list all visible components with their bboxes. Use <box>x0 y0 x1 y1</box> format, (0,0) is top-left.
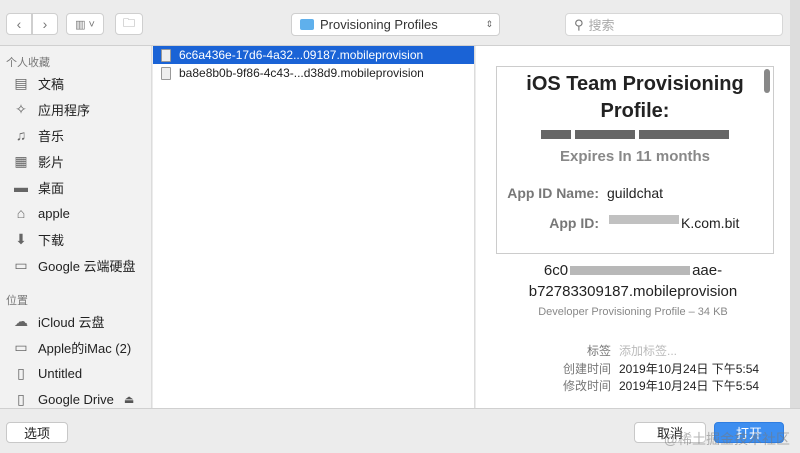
new-folder-icon: 🗀 <box>122 15 135 30</box>
sidebar-item-untitled[interactable]: ▯ Untitled <box>0 360 151 386</box>
apps-icon: ✧ <box>15 100 27 117</box>
tags-label: 标签 <box>586 344 611 358</box>
film-icon: ▦ <box>14 152 28 169</box>
sidebar-item-label: Google Drive <box>38 391 114 407</box>
sidebar-item-home[interactable]: ⌂ apple <box>0 200 151 226</box>
forward-button[interactable]: › <box>32 13 58 35</box>
watermark: @稀土掘金技术社区 <box>663 431 790 447</box>
bottom-bar: 选项 取消 打开 @稀土掘金技术社区 <box>0 408 800 453</box>
sidebar-item-label: 音乐 <box>38 128 65 144</box>
sidebar-item-music[interactable]: ♫ 音乐 <box>0 122 151 148</box>
file-icon <box>161 48 171 62</box>
sidebar-item-label: 影片 <box>38 154 65 170</box>
file-name: 6c6a436e-17d6-4a32...09187.mobileprovisi… <box>179 48 424 62</box>
disk-icon: ▯ <box>17 364 25 381</box>
quicklook-card[interactable]: iOS Team Provisioning Profile: Expires I… <box>496 66 774 254</box>
scrollbar[interactable] <box>764 69 770 93</box>
imac-icon: ▭ <box>14 338 28 355</box>
sidebar-item-icloud[interactable]: ☁ iCloud 云盘 <box>0 308 151 334</box>
file-name: ba8e8b0b-9f86-4c43-...d38d9.mobileprovis… <box>179 66 424 80</box>
music-icon: ♫ <box>15 127 27 143</box>
sidebar-item-label: 应用程序 <box>38 102 91 118</box>
kind-size: Developer Provisioning Profile – 34 KB <box>538 306 728 318</box>
created-label: 创建时间 <box>562 362 611 376</box>
folder-icon: ▭ <box>14 256 28 273</box>
sidebar-item-label: iCloud 云盘 <box>38 314 105 330</box>
back-button[interactable]: ‹ <box>6 13 32 35</box>
chevron-left-icon: ‹ <box>16 16 22 32</box>
options-button[interactable]: 选项 <box>6 422 68 443</box>
search-icon: ⚲ <box>574 16 584 32</box>
sidebar-item-label: apple <box>38 205 70 221</box>
file-name-line1: 6c0 aae- <box>543 262 723 279</box>
eject-icon[interactable]: ⏏ <box>124 393 134 406</box>
chevron-right-icon: › <box>42 16 48 32</box>
app-id-name: guildchat <box>607 185 664 201</box>
chevron-updown-icon: ⇕ <box>485 19 493 29</box>
new-folder-button[interactable]: 🗀 <box>115 13 143 35</box>
created-value: 2019年10月24日 下午5:54 <box>619 362 760 376</box>
desktop-icon: ▬ <box>14 179 28 195</box>
sidebar-item-movies[interactable]: ▦ 影片 <box>0 148 151 174</box>
profile-title: iOS Team Provisioning Profile: <box>526 73 744 122</box>
download-icon: ⬇ <box>15 230 27 247</box>
sidebar-item-google-drive-folder[interactable]: ▭ Google 云端硬盘 <box>0 252 151 278</box>
window-edge <box>790 0 800 453</box>
preview-pane: iOS Team Provisioning Profile: Expires I… <box>476 46 790 408</box>
sidebar-item-documents[interactable]: ▤ 文稿 <box>0 70 151 96</box>
locations-heading: 位置 <box>6 295 28 307</box>
location-label: Provisioning Profiles <box>320 17 438 32</box>
folder-icon <box>300 19 314 30</box>
modified-value: 2019年10月24日 下午5:54 <box>619 379 760 393</box>
tags-input[interactable]: 添加标签... <box>619 342 677 359</box>
sidebar: 个人收藏 ▤ 文稿 ✧ 应用程序 ♫ 音乐 ▦ 影片 ▬ 桌面 ⌂ apple ⬇ 下载 ▭ G… <box>0 46 152 408</box>
file-icon <box>161 66 171 80</box>
modified-label: 修改时间 <box>562 379 611 393</box>
cloud-icon: ☁ <box>14 312 28 329</box>
view-mode-button[interactable]: ▥ ˅ <box>66 13 104 35</box>
disk-icon: ▯ <box>17 390 25 407</box>
sidebar-item-label: Google 云端硬盘 <box>38 258 136 274</box>
app-id-value: K.com.bit <box>681 215 740 231</box>
sidebar-item-label: Apple的iMac (2) <box>38 340 132 356</box>
location-dropdown[interactable]: Provisioning Profiles ⇕ <box>291 13 500 36</box>
home-icon: ⌂ <box>16 205 26 221</box>
file-item[interactable]: 6c6a436e-17d6-4a32...09187.mobileprovisi… <box>153 46 474 64</box>
sidebar-item-downloads[interactable]: ⬇ 下载 <box>0 226 151 252</box>
columns-view-icon: ▥ ˅ <box>75 18 95 31</box>
sidebar-item-label: 下载 <box>38 232 65 248</box>
app-id-name-label: App ID Name: <box>507 185 599 201</box>
search-input[interactable]: ⚲ 搜索 <box>565 13 783 36</box>
sidebar-item-desktop[interactable]: ▬ 桌面 <box>0 174 151 200</box>
sidebar-item-label: 桌面 <box>38 180 65 196</box>
document-icon: ▤ <box>14 74 28 91</box>
app-id-label: App ID: <box>549 215 599 231</box>
file-list: 6c6a436e-17d6-4a32...09187.mobileprovisi… <box>153 46 475 408</box>
sidebar-item-label: 文稿 <box>38 76 65 92</box>
expiry-text: Expires In 11 months <box>559 148 711 165</box>
file-name-line2: b72783309187.mobileprovision <box>528 283 738 300</box>
sidebar-item-imac[interactable]: ▭ Apple的iMac (2) <box>0 334 151 360</box>
favorites-heading: 个人收藏 <box>6 57 50 69</box>
sidebar-item-label: Untitled <box>38 365 83 381</box>
redacted-team <box>497 127 773 142</box>
toolbar: ‹ › ▥ ˅ 🗀 Provisioning Profiles ⇕ ⚲ 搜索 <box>0 0 790 46</box>
file-item[interactable]: ba8e8b0b-9f86-4c43-...d38d9.mobileprovis… <box>153 64 474 82</box>
sidebar-item-applications[interactable]: ✧ 应用程序 <box>0 96 151 122</box>
search-placeholder: 搜索 <box>588 18 615 33</box>
